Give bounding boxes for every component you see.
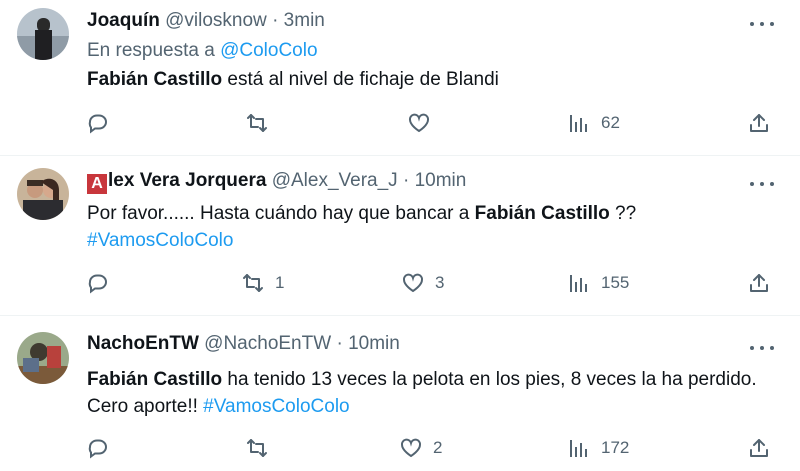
text-bold: Fabián Castillo [87,69,223,90]
tweet-text: Fabián Castillo está al nivel de fichaje… [87,66,777,93]
reply-icon [88,114,107,134]
separator: · [402,170,410,191]
retweet-icon [247,439,267,457]
like-button[interactable] [407,108,431,138]
share-button[interactable] [747,433,771,463]
text-rest: está al nivel de fichaje de Blandi [222,69,499,90]
share-icon [750,439,768,457]
views-button[interactable]: 62 [567,108,620,138]
timestamp[interactable]: 10min [415,170,467,191]
reply-icon [88,274,107,294]
action-bar: 2 172 [0,433,800,463]
retweet-button[interactable] [245,433,269,463]
retweet-icon [247,114,267,132]
tweet-3[interactable]: NachoEnTW @NachoEnTW · 10min Fabián Cast… [0,316,800,471]
tweet-2[interactable]: Alex Vera Jorquera @Alex_Vera_J · 10min … [0,156,800,316]
views-button[interactable]: 155 [567,268,629,298]
user-handle[interactable]: @NachoEnTW [204,333,331,354]
retweet-count: 1 [275,273,285,292]
tweet-header: Joaquín @vilosknow · 3min [87,10,325,32]
reply-button[interactable] [86,108,110,138]
like-button[interactable]: 2 [399,433,442,463]
reply-icon [88,439,107,459]
user-name[interactable]: NachoEnTW [87,333,199,354]
like-count: 2 [433,438,443,457]
more-icon[interactable] [750,344,774,352]
share-icon [750,274,768,292]
share-button[interactable] [747,108,771,138]
views-count: 172 [601,438,630,457]
tweet-1[interactable]: Joaquín @vilosknow · 3min En respuesta a… [0,0,800,156]
views-count: 155 [601,273,630,292]
timestamp[interactable]: 3min [284,10,325,31]
retweet-button[interactable] [245,108,269,138]
reply-button[interactable] [86,433,110,463]
views-icon [570,440,587,457]
like-icon [401,438,421,458]
like-icon [403,273,423,293]
like-icon [409,113,429,133]
avatar[interactable] [17,8,69,60]
retweet-button[interactable]: 1 [241,268,284,298]
like-count: 3 [435,273,445,292]
text-bold: Fabián Castillo [87,369,223,390]
hashtag-link[interactable]: #VamosColoColo [203,396,349,417]
avatar[interactable] [17,168,69,220]
timestamp[interactable]: 10min [348,333,400,354]
like-button[interactable]: 3 [401,268,444,298]
separator: · [336,333,343,354]
text-post: ?? [609,203,637,224]
reply-prefix: En respuesta a [87,40,221,61]
views-count: 62 [601,113,620,132]
views-icon [570,115,587,132]
user-name[interactable]: lex Vera Jorquera [108,170,266,191]
views-button[interactable]: 172 [567,433,629,463]
more-icon[interactable] [750,180,774,188]
separator: · [272,10,279,31]
share-icon [750,114,768,132]
tweet-text: Fabián Castillo ha tenido 13 veces la pe… [87,366,777,420]
reply-to-line: En respuesta a @ColoColo [87,40,318,62]
user-handle[interactable]: @vilosknow [165,10,267,31]
reply-mention-link[interactable]: @ColoColo [220,40,317,61]
name-badge: A [87,174,107,194]
hashtag-link[interactable]: #VamosColoColo [87,230,233,251]
user-handle[interactable]: @Alex_Vera_J [272,170,398,191]
retweet-icon [243,274,263,292]
tweet-header: Alex Vera Jorquera @Alex_Vera_J · 10min [87,170,466,194]
more-icon[interactable] [750,20,774,28]
text-bold: Fabián Castillo [474,203,610,224]
avatar[interactable] [17,332,69,384]
action-bar: 1 3 155 [0,268,800,298]
share-button[interactable] [747,268,771,298]
action-bar: 62 [0,108,800,138]
reply-button[interactable] [86,268,110,298]
text-pre: Por favor...... Hasta cuándo hay que ban… [87,203,475,224]
user-name[interactable]: Joaquín [87,10,160,31]
tweet-header: NachoEnTW @NachoEnTW · 10min [87,333,400,355]
views-icon [570,275,587,292]
tweet-text: Por favor...... Hasta cuándo hay que ban… [87,200,777,254]
